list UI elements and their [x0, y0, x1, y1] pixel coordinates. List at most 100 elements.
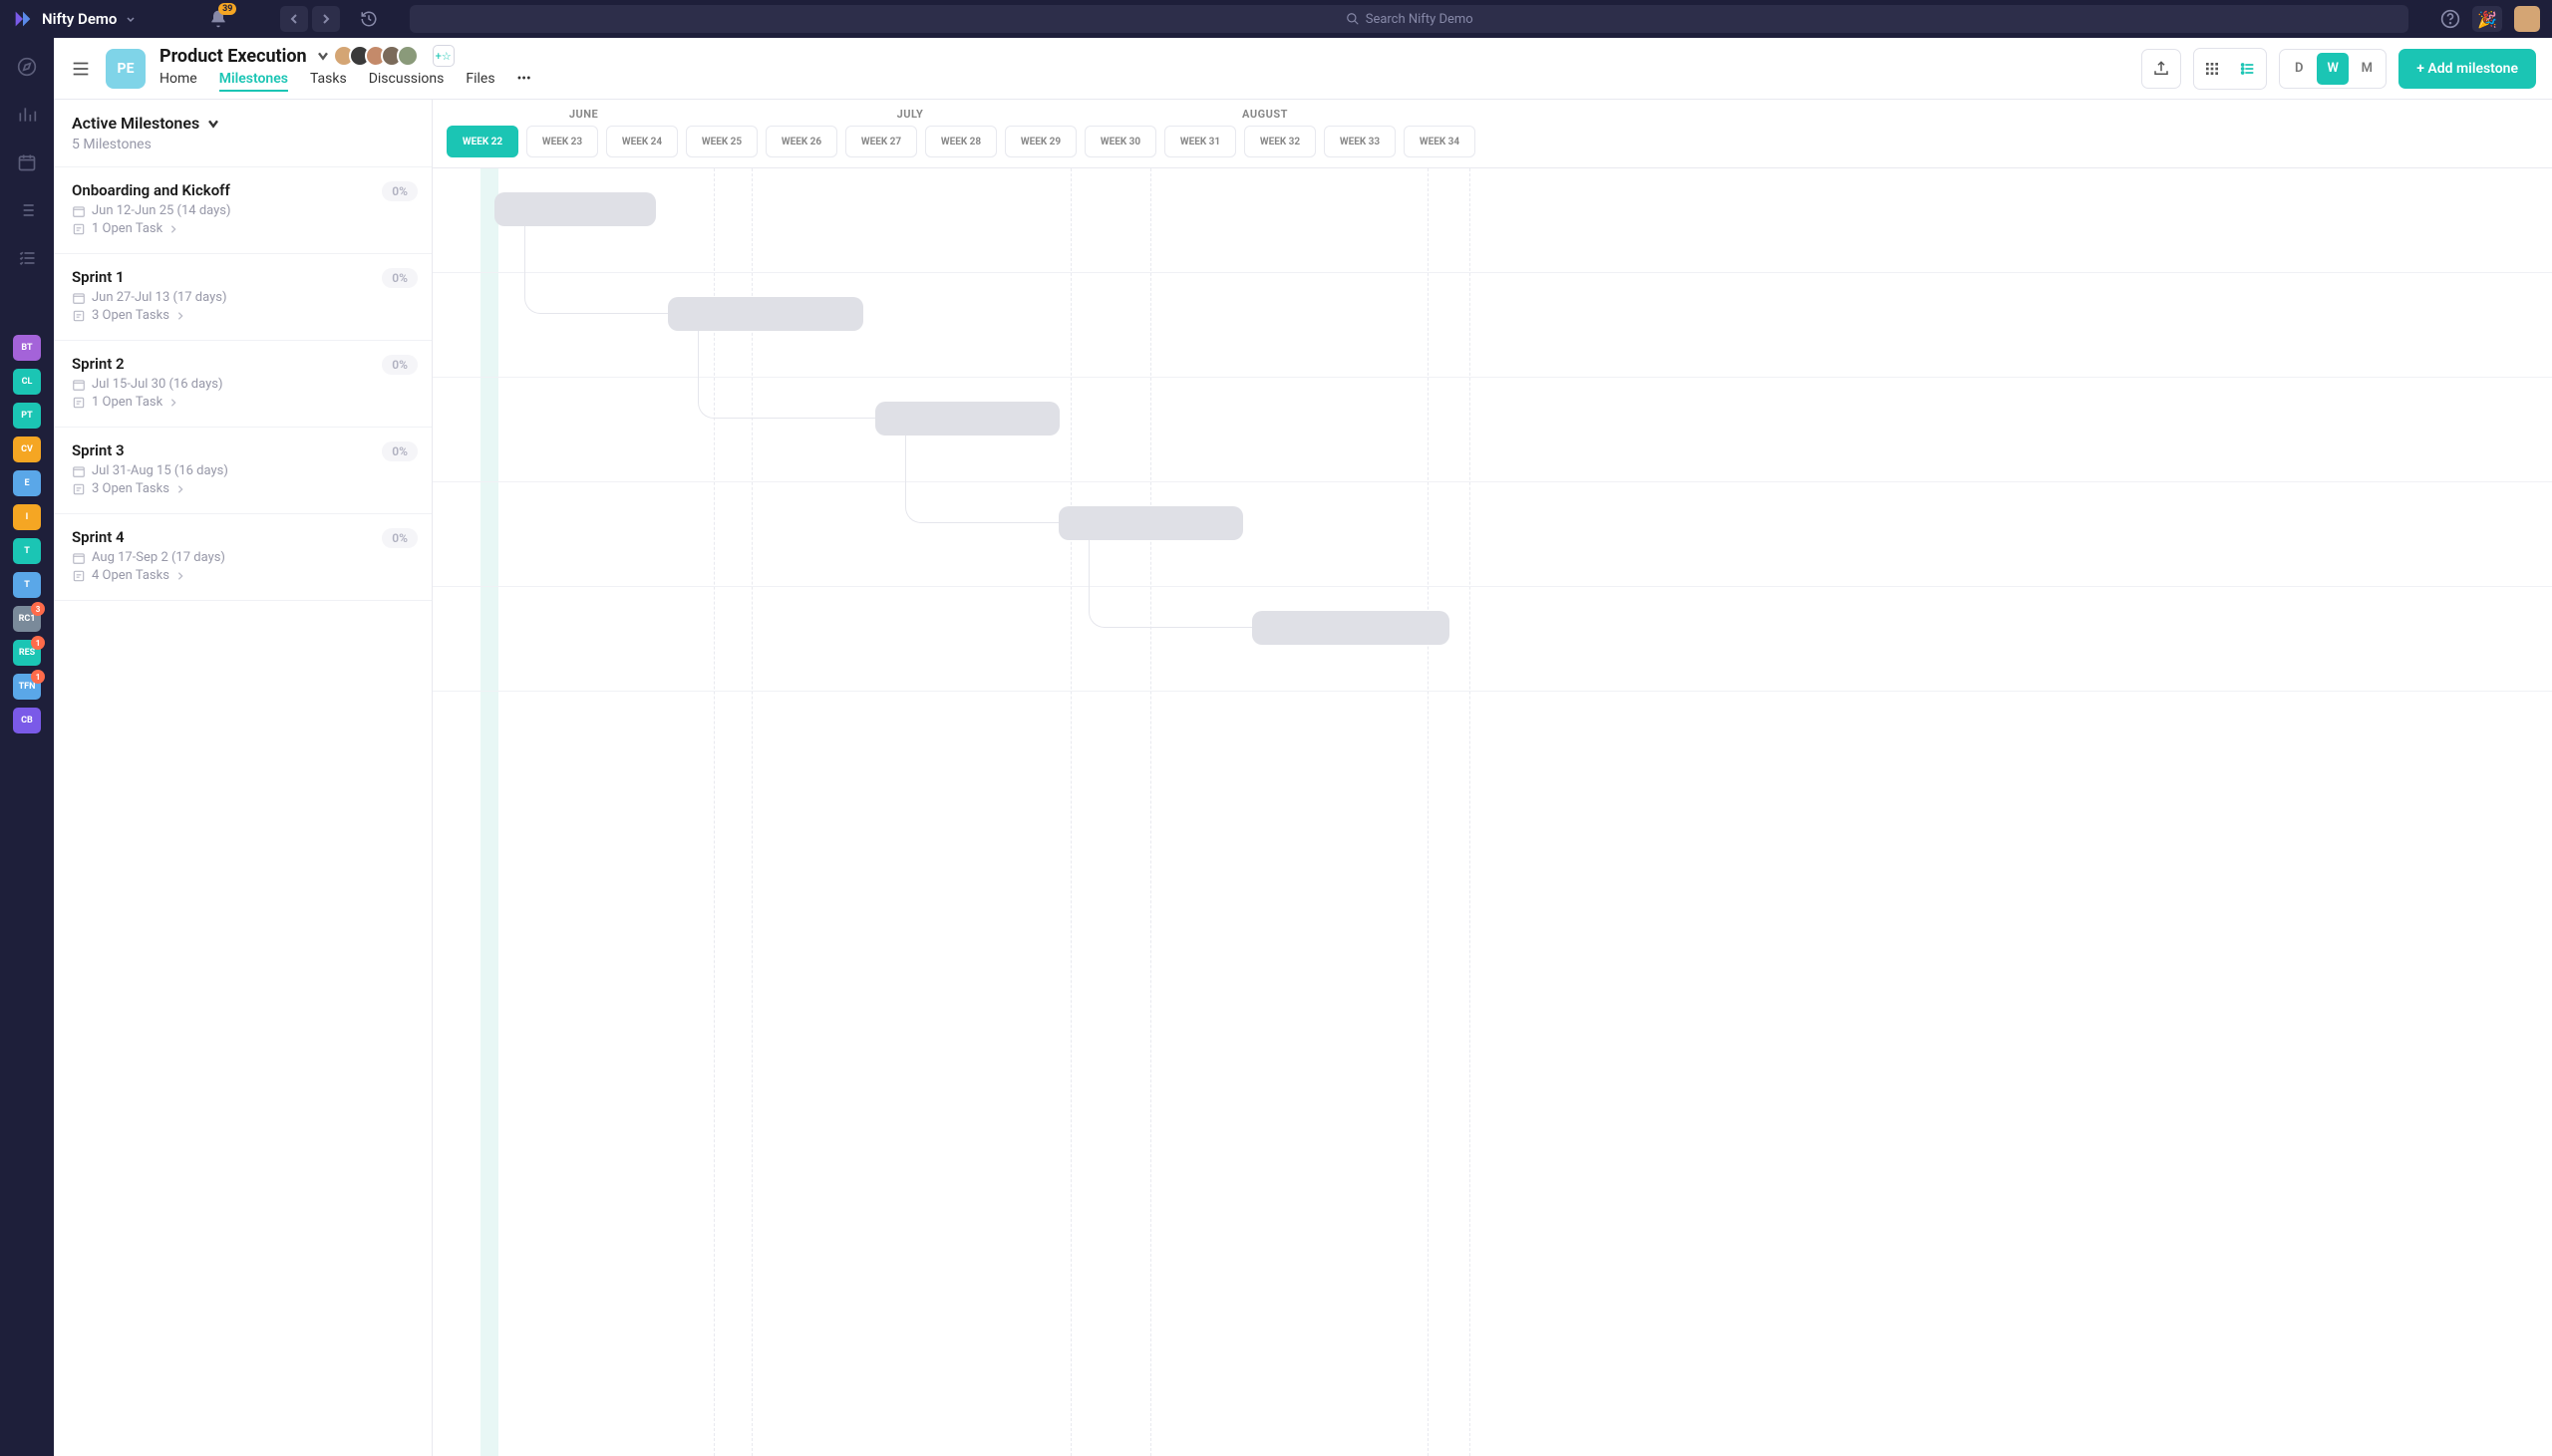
share-button[interactable]: [2141, 49, 2181, 89]
milestone-dates: Aug 17-Sep 2 (17 days): [72, 550, 414, 565]
tab-discussions[interactable]: Discussions: [369, 71, 445, 92]
rail-analytics-icon[interactable]: [16, 104, 38, 126]
rail-project-cb[interactable]: CB: [13, 708, 41, 733]
milestone-percent: 0%: [382, 441, 418, 461]
sidebar-header: Active Milestones 5 Milestones: [54, 100, 432, 167]
milestone-bar[interactable]: [668, 297, 863, 331]
sidebar-subtitle: 5 Milestones: [72, 137, 414, 152]
member-avatars[interactable]: [339, 45, 419, 67]
week-button[interactable]: WEEK 28: [925, 126, 997, 157]
week-button[interactable]: WEEK 32: [1244, 126, 1316, 157]
milestone-item[interactable]: Onboarding and KickoffJun 12-Jun 25 (14 …: [54, 167, 432, 254]
chevron-right-icon: [168, 224, 178, 234]
milestone-item[interactable]: Sprint 1 Jun 27-Jul 13 (17 days) 3 Open Ta…: [54, 254, 432, 341]
chevron-right-icon: [175, 311, 185, 321]
milestone-tasks[interactable]: 3 Open Tasks: [72, 308, 414, 323]
week-button[interactable]: WEEK 24: [606, 126, 678, 157]
project-dropdown-icon[interactable]: [315, 48, 331, 64]
milestone-percent: 0%: [382, 355, 418, 375]
add-milestone-button[interactable]: + Add milestone: [2398, 49, 2536, 89]
workspace-switcher[interactable]: Nifty Demo: [12, 8, 137, 30]
rail-list-icon[interactable]: [16, 199, 38, 221]
celebrate-button[interactable]: 🎉: [2472, 6, 2502, 32]
rail-calendar-icon[interactable]: [16, 151, 38, 173]
nav-back-button[interactable]: [280, 6, 308, 32]
main-content: PE Product Execution +☆ HomeMilestonesTa…: [54, 38, 2552, 1456]
search-input[interactable]: Search Nifty Demo: [410, 5, 2408, 33]
week-button[interactable]: WEEK 23: [526, 126, 598, 157]
nav-history: [280, 6, 340, 32]
view-list-button[interactable]: [2230, 49, 2266, 89]
milestone-bar[interactable]: [494, 192, 656, 226]
timeline-row: [433, 587, 2552, 692]
milestone-bar[interactable]: [1059, 506, 1243, 540]
zoom-d[interactable]: D: [2283, 53, 2315, 85]
rail-project-cv[interactable]: CV: [13, 437, 41, 462]
milestone-item[interactable]: Sprint 3Jul 31-Aug 15 (16 days)3 Open Ta…: [54, 428, 432, 514]
week-button[interactable]: WEEK 27: [845, 126, 917, 157]
week-button[interactable]: WEEK 30: [1085, 126, 1156, 157]
help-button[interactable]: [2440, 9, 2460, 29]
chevron-right-icon: [168, 398, 178, 408]
tab-milestones[interactable]: Milestones: [219, 71, 288, 92]
project-badge: 3: [31, 602, 45, 616]
milestone-bar[interactable]: [875, 402, 1060, 436]
view-grid-button[interactable]: [2194, 49, 2230, 89]
notifications-button[interactable]: 39: [208, 9, 228, 29]
milestone-item[interactable]: Sprint 2Jul 15-Jul 30 (16 days)1 Open Ta…: [54, 341, 432, 428]
rail-project-pt[interactable]: PT: [13, 403, 41, 429]
tab-home[interactable]: Home: [160, 71, 197, 92]
rail-project-bt[interactable]: BT: [13, 335, 41, 361]
milestone-title: Sprint 1: [72, 268, 414, 286]
dependency-connector: [698, 331, 875, 419]
rail-project-cl[interactable]: CL: [13, 369, 41, 395]
milestone-percent: 0%: [382, 181, 418, 201]
milestone-tasks[interactable]: 1 Open Task: [72, 395, 414, 410]
timeline-months: JUNEJULYAUGUST: [433, 100, 2552, 126]
project-tabs: Home Milestones Tasks Discussions Files •••: [160, 71, 531, 92]
milestone-tasks[interactable]: 3 Open Tasks: [72, 481, 414, 496]
project-header: PE Product Execution +☆ HomeMilestonesTa…: [54, 38, 2552, 100]
rail-project-t[interactable]: T: [13, 572, 41, 598]
add-member-button[interactable]: +☆: [433, 45, 455, 67]
rail-project-t[interactable]: T: [13, 538, 41, 564]
week-button[interactable]: WEEK 22: [447, 126, 518, 157]
milestone-bar[interactable]: [1252, 611, 1449, 645]
rail-tasks-icon[interactable]: [16, 247, 38, 269]
notification-badge: 39: [218, 3, 236, 15]
rail-project-tfn[interactable]: TFN1: [13, 674, 41, 700]
milestone-percent: 0%: [382, 268, 418, 288]
tab-tasks[interactable]: Tasks: [310, 71, 347, 92]
week-button[interactable]: WEEK 26: [766, 126, 837, 157]
user-avatar[interactable]: [2514, 6, 2540, 32]
sidebar-title-row[interactable]: Active Milestones: [72, 114, 414, 133]
tab-files[interactable]: Files: [466, 71, 494, 92]
rail-project-rc1[interactable]: RC13: [13, 606, 41, 632]
milestones-sidebar: Active Milestones 5 Milestones Onboardin…: [54, 100, 433, 1456]
rail-project-i[interactable]: I: [13, 504, 41, 530]
tab-more[interactable]: •••: [517, 71, 531, 92]
milestone-dates: Jun 27-Jul 13 (17 days): [72, 290, 414, 305]
chevron-down-icon: [205, 116, 221, 132]
milestone-tasks[interactable]: 1 Open Task: [72, 221, 414, 236]
zoom-w[interactable]: W: [2317, 53, 2349, 85]
dependency-connector: [1089, 540, 1252, 628]
milestone-tasks[interactable]: 4 Open Tasks: [72, 568, 414, 583]
milestone-item[interactable]: Sprint 4 Aug 17-Sep 2 (17 days) 4 Open Tas…: [54, 514, 432, 601]
week-button[interactable]: WEEK 34: [1404, 126, 1475, 157]
rail-project-e[interactable]: E: [13, 470, 41, 496]
hamburger-menu-button[interactable]: [70, 58, 92, 80]
week-button[interactable]: WEEK 25: [686, 126, 758, 157]
week-button[interactable]: WEEK 31: [1164, 126, 1236, 157]
nav-forward-button[interactable]: [312, 6, 340, 32]
week-button[interactable]: WEEK 33: [1324, 126, 1396, 157]
rail-project-res[interactable]: RES1: [13, 640, 41, 666]
week-button[interactable]: WEEK 29: [1005, 126, 1077, 157]
milestone-title: Sprint 4: [72, 528, 414, 546]
dependency-connector: [524, 226, 668, 314]
zoom-m[interactable]: M: [2351, 53, 2383, 85]
milestone-dates: Jul 31-Aug 15 (16 days): [72, 463, 414, 478]
rail-compass-icon[interactable]: [16, 56, 38, 78]
history-button[interactable]: [360, 10, 378, 28]
timeline-grid: [433, 168, 2552, 1456]
